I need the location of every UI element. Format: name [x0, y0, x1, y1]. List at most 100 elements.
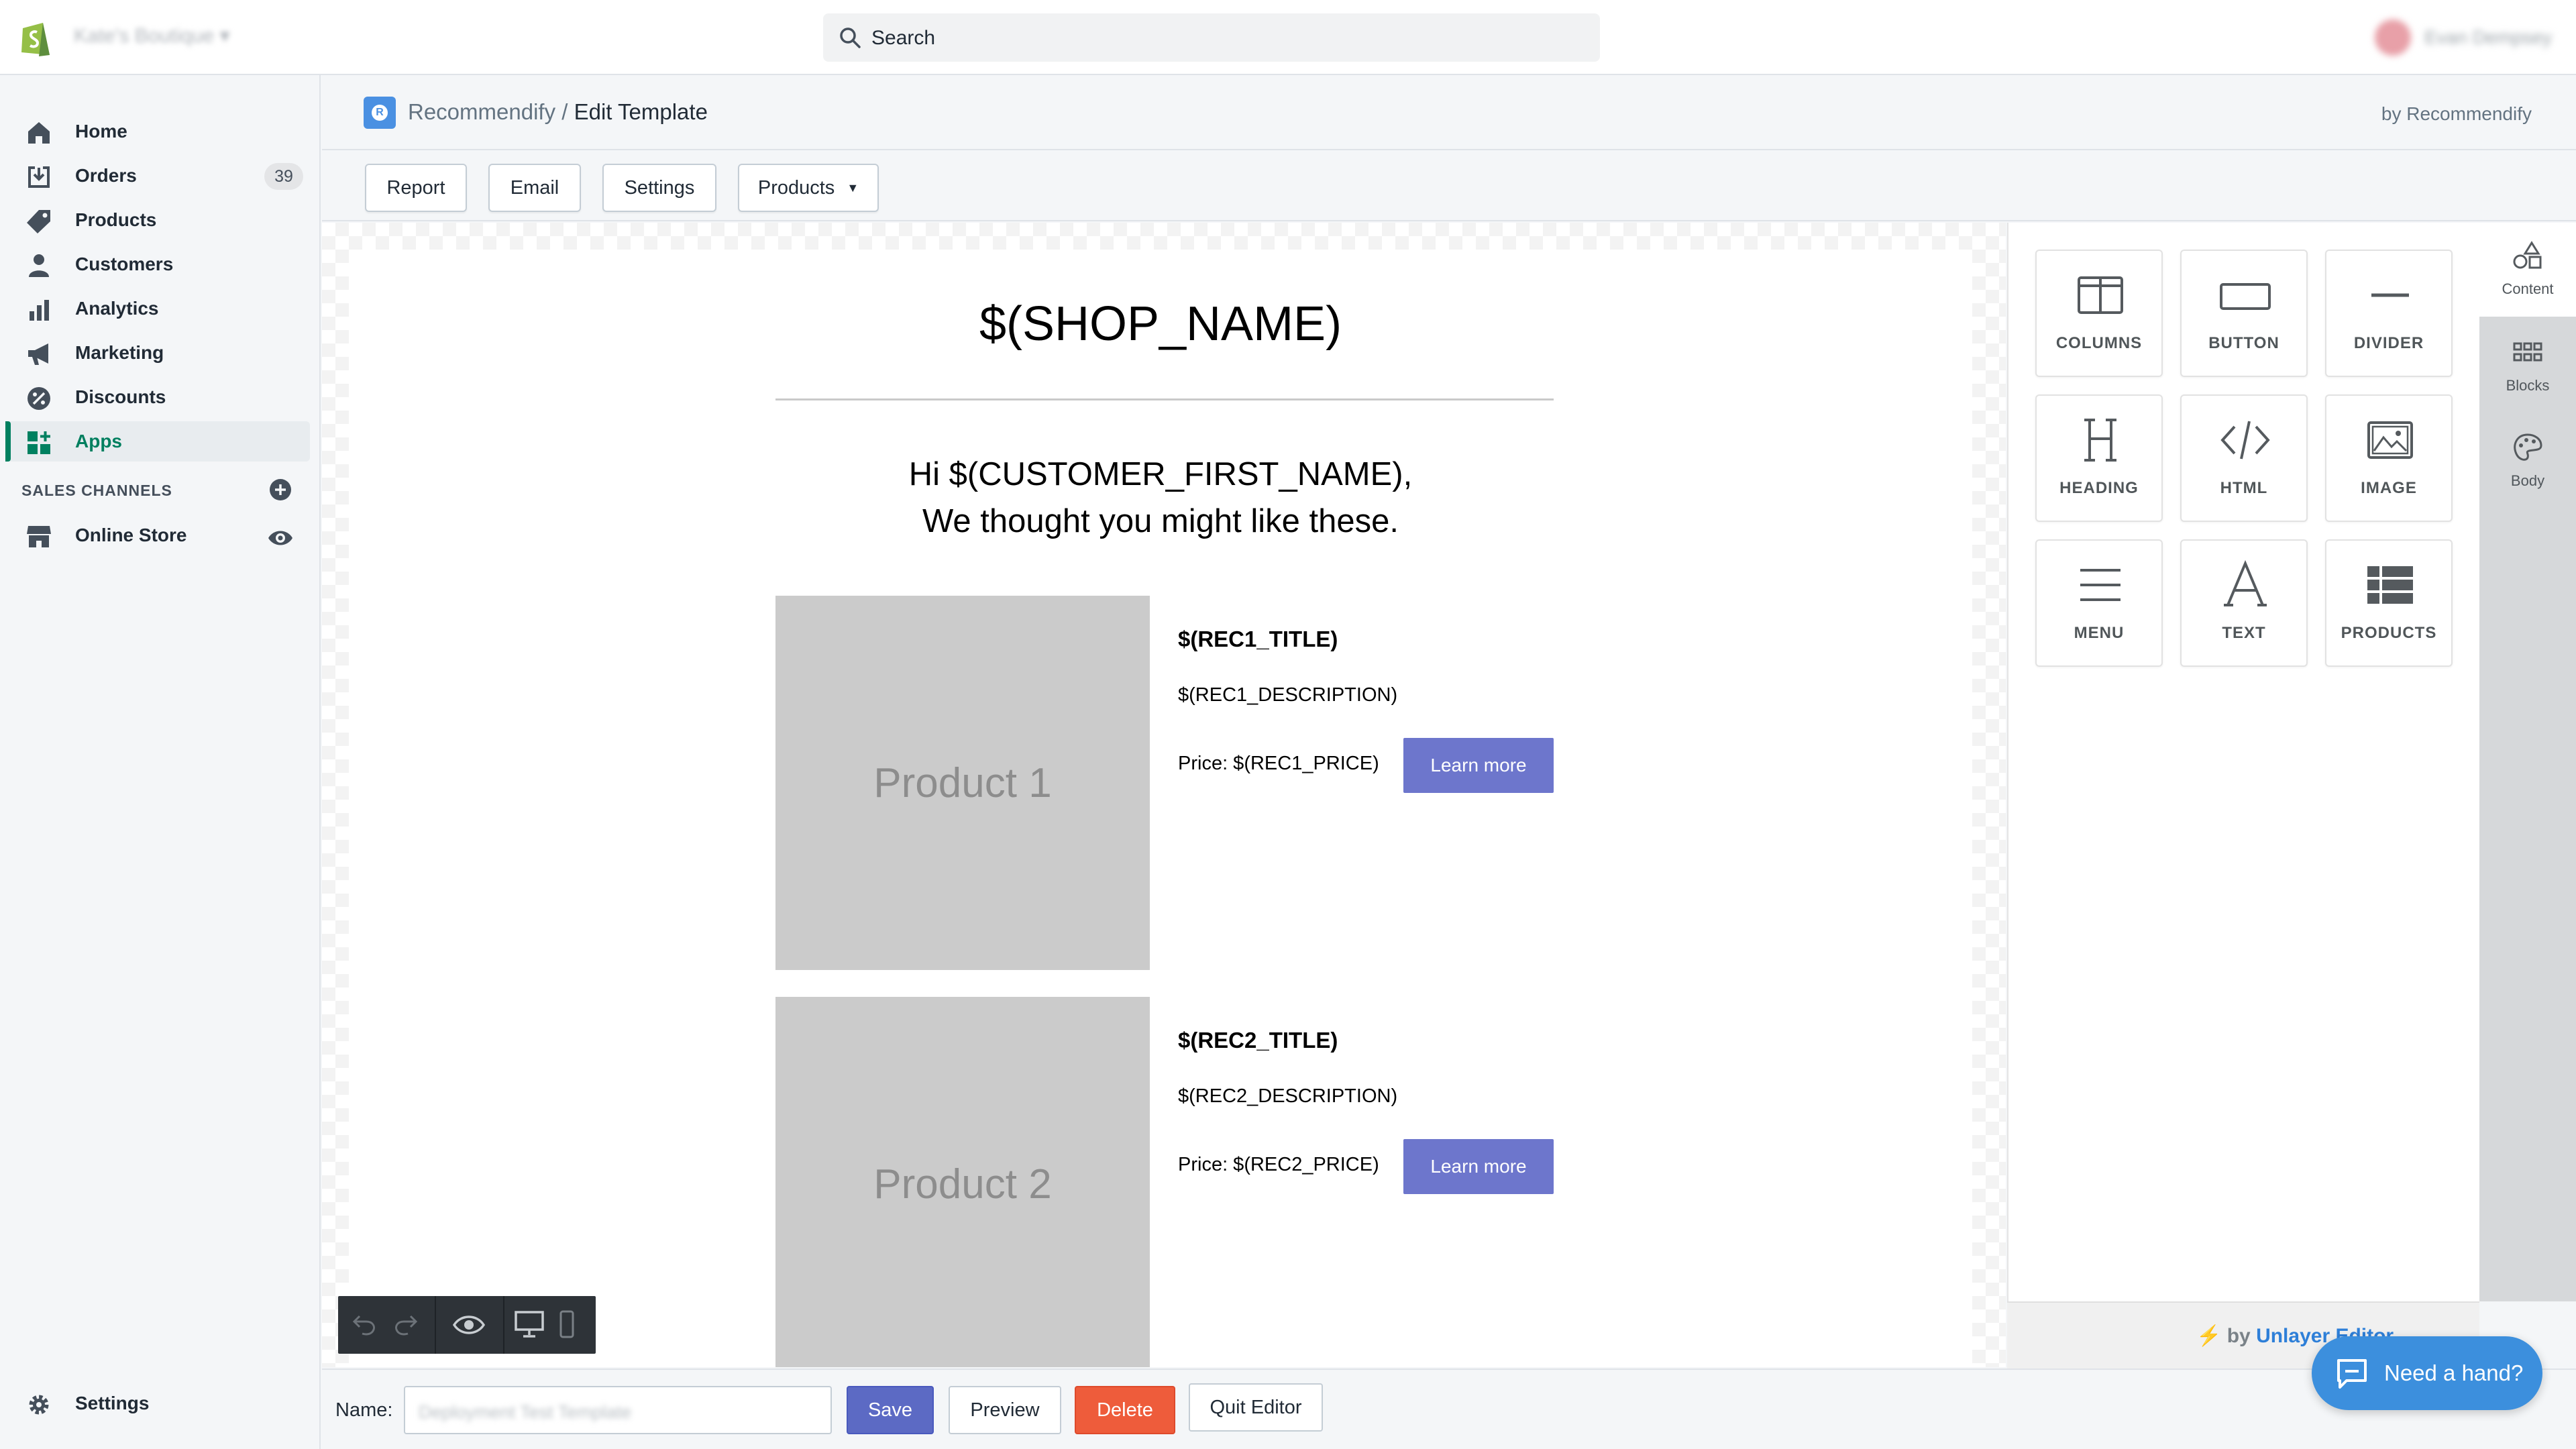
tab-content[interactable]: Content [2479, 223, 2576, 317]
sidebar-item-label: Apps [75, 431, 122, 451]
email-body[interactable]: $(SHOP_NAME) Hi $(CUSTOMER_FIRST_NAME), … [349, 250, 1972, 1367]
store-icon [27, 526, 51, 547]
tab-label: Content [2502, 280, 2554, 297]
page-header: R Recommendify / Edit Template by Recomm… [322, 75, 2576, 150]
product-2-description[interactable]: $(REC2_DESCRIPTION) [1178, 1085, 1397, 1108]
shop-name-heading[interactable]: $(SHOP_NAME) [349, 297, 1972, 352]
greeting-line-2: We thought you might like these. [922, 503, 1399, 539]
columns-icon [2078, 276, 2123, 314]
sidebar-item-analytics[interactable]: Analytics [11, 288, 310, 329]
view-store-eye-icon[interactable] [267, 525, 294, 551]
tool-divider[interactable]: DIVIDER [2325, 250, 2453, 377]
product-1-image[interactable]: Product 1 [775, 596, 1150, 970]
sidebar-item-orders[interactable]: Orders 39 [11, 156, 310, 196]
sidebar-item-settings[interactable]: Settings [11, 1383, 310, 1424]
sidebar-item-label: Settings [75, 1393, 150, 1413]
caret-down-icon: ▼ [847, 180, 859, 195]
divider-icon [2371, 293, 2409, 297]
tool-text[interactable]: TEXT [2180, 539, 2308, 667]
breadcrumb-app-link[interactable]: Recommendify [408, 99, 555, 124]
sidebar-item-label: Customers [75, 254, 174, 274]
palette-icon [2514, 433, 2542, 461]
product-1-description[interactable]: $(REC1_DESCRIPTION) [1178, 684, 1397, 706]
person-icon [29, 254, 49, 277]
tool-label: BUTTON [2208, 334, 2279, 352]
sidebar-item-label: Products [75, 209, 157, 230]
tool-heading[interactable]: HEADING [2035, 394, 2163, 522]
tool-columns[interactable]: COLUMNS [2035, 250, 2163, 377]
sidebar-item-home[interactable]: Home [11, 111, 310, 152]
products-dropdown[interactable]: Products ▼ [738, 164, 879, 212]
image-icon [2367, 421, 2413, 459]
lightning-icon: ⚡ [2196, 1325, 2222, 1347]
content-tools-panel: COLUMNS BUTTON DIVIDER HEADING HTML IMAG… [2007, 223, 2479, 1301]
settings-button[interactable]: Settings [602, 164, 716, 212]
product-1-title[interactable]: $(REC1_TITLE) [1178, 627, 1338, 652]
tool-menu[interactable]: MENU [2035, 539, 2163, 667]
toolbar-separator [503, 1296, 504, 1354]
product-1-price[interactable]: Price: $(REC1_PRICE) [1178, 753, 1379, 775]
save-button[interactable]: Save [847, 1386, 934, 1434]
user-menu[interactable]: Evan Dempsey [2375, 19, 2552, 56]
store-switcher[interactable]: Kate's Boutique ▾ [74, 24, 230, 48]
shopify-logo-icon[interactable] [19, 19, 54, 58]
help-chat-button[interactable]: Need a hand? [2312, 1336, 2542, 1410]
email-button[interactable]: Email [488, 164, 581, 212]
mobile-view-icon[interactable] [557, 1309, 577, 1339]
search-bar[interactable]: Search [823, 13, 1600, 62]
undo-icon[interactable] [350, 1309, 380, 1339]
bar-chart-icon [30, 300, 49, 321]
products-dropdown-label: Products [757, 176, 835, 199]
sales-channels-heading: SALES CHANNELS [21, 482, 172, 499]
sidebar-item-online-store[interactable]: Online Store [11, 515, 310, 555]
product-1-learn-more-button[interactable]: Learn more [1403, 738, 1554, 793]
tool-label: MENU [2074, 624, 2125, 642]
sidebar-item-discounts[interactable]: Discounts [11, 377, 310, 417]
product-2-title[interactable]: $(REC2_TITLE) [1178, 1028, 1338, 1053]
megaphone-icon [28, 343, 48, 365]
tab-blocks[interactable]: Blocks [2479, 319, 2576, 413]
editor-footer: Name: Deployment Test Template Save Prev… [322, 1368, 2576, 1449]
tool-button[interactable]: BUTTON [2180, 250, 2308, 377]
divider[interactable] [775, 398, 1554, 400]
product-2-price[interactable]: Price: $(REC2_PRICE) [1178, 1154, 1379, 1176]
user-name: Evan Dempsey [2424, 27, 2552, 48]
quit-editor-button[interactable]: Quit Editor [1189, 1383, 1323, 1432]
template-name-value: Deployment Test Template [419, 1402, 632, 1422]
preview-button[interactable]: Preview [949, 1386, 1061, 1434]
tool-label: IMAGE [2361, 479, 2417, 497]
sidebar-item-label: Marketing [75, 342, 164, 363]
app-toolbar: Report Email Settings Products ▼ [322, 152, 2576, 221]
tool-label: COLUMNS [2055, 334, 2143, 352]
desktop-view-icon[interactable] [514, 1309, 545, 1339]
gear-icon [29, 1395, 49, 1415]
sidebar-item-products[interactable]: Products [11, 200, 310, 240]
chat-bubble-icon [2337, 1359, 2367, 1389]
delete-button[interactable]: Delete [1075, 1386, 1175, 1434]
add-sales-channel-icon[interactable] [268, 478, 292, 502]
product-2-image[interactable]: Product 2 [775, 997, 1150, 1367]
avatar [2375, 19, 2412, 56]
sidebar-item-marketing[interactable]: Marketing [11, 333, 310, 373]
product-2-learn-more-button[interactable]: Learn more [1403, 1139, 1554, 1194]
apps-icon [28, 431, 50, 454]
tool-image[interactable]: IMAGE [2325, 394, 2453, 522]
preview-eye-icon[interactable] [452, 1311, 486, 1339]
sidebar-item-customers[interactable]: Customers [11, 244, 310, 284]
report-button[interactable]: Report [365, 164, 467, 212]
home-icon [28, 122, 50, 144]
tab-body[interactable]: Body [2479, 415, 2576, 508]
breadcrumb-separator: / [561, 99, 568, 124]
greeting-text[interactable]: Hi $(CUSTOMER_FIRST_NAME), We thought yo… [349, 451, 1972, 545]
email-canvas[interactable]: $(SHOP_NAME) Hi $(CUSTOMER_FIRST_NAME), … [322, 223, 2006, 1367]
text-icon [2224, 559, 2267, 606]
greeting-line-1: Hi $(CUSTOMER_FIRST_NAME), [908, 456, 1413, 492]
redo-icon[interactable] [390, 1309, 420, 1339]
template-name-input[interactable]: Deployment Test Template [404, 1386, 832, 1434]
tool-html[interactable]: HTML [2180, 394, 2308, 522]
tool-products[interactable]: PRODUCTS [2325, 539, 2453, 667]
products-grid-icon [2367, 566, 2413, 604]
sidebar-item-apps[interactable]: Apps [5, 421, 310, 462]
shapes-icon [2513, 241, 2542, 269]
button-icon [2220, 283, 2271, 310]
